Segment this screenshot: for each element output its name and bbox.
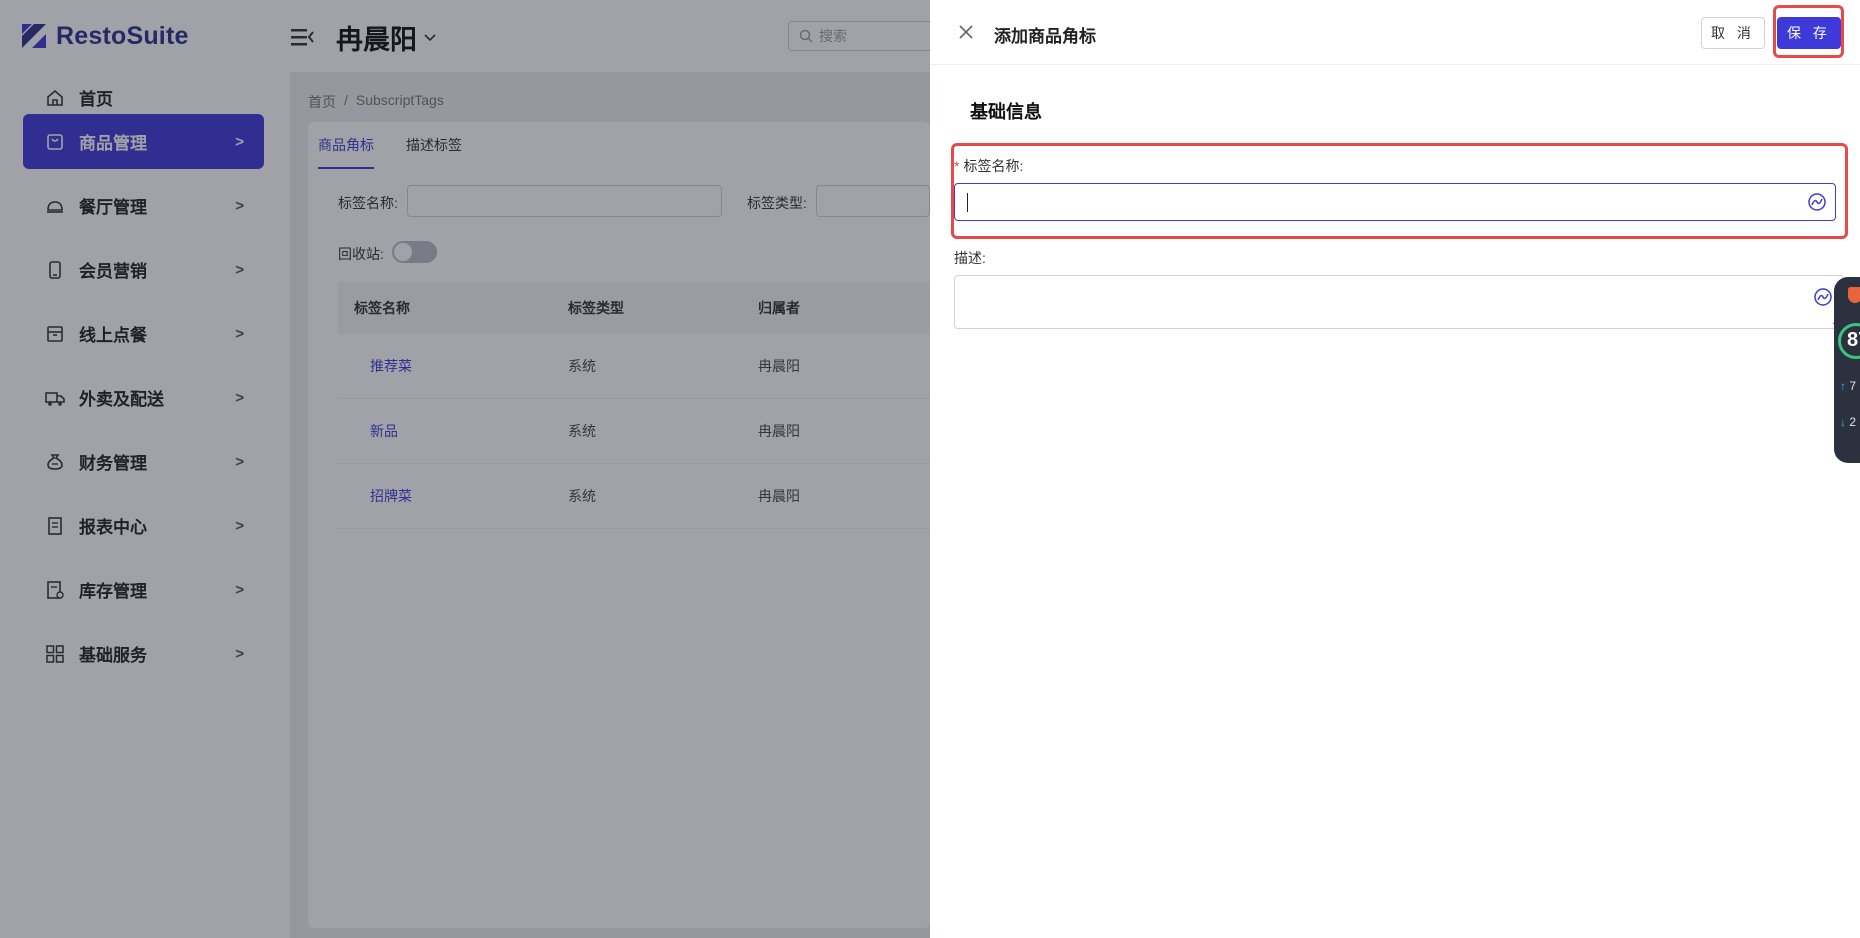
tag-name-label-text: 标签名称: (963, 158, 1024, 174)
arrow-down-icon: ↓ (1840, 415, 1846, 429)
tag-name-label: * 标签名称: (954, 156, 1023, 176)
drawer-title: 添加商品角标 (994, 27, 1096, 46)
arrow-up-icon: ↑ (1840, 379, 1846, 393)
download-value: 2 (1849, 415, 1857, 429)
ai-assist-icon[interactable] (1807, 192, 1827, 212)
description-textarea[interactable] (954, 275, 1844, 329)
description-label: 描述: (954, 250, 986, 266)
shield-icon (1848, 287, 1860, 303)
modal-overlay[interactable] (0, 0, 930, 938)
upload-speed: ↑ 7 (1840, 379, 1856, 393)
download-speed: ↓ 2 (1840, 415, 1856, 429)
score-value: 87 (1847, 329, 1860, 351)
text-caret (967, 193, 968, 212)
save-button-highlight (1773, 5, 1844, 58)
system-monitor-widget[interactable]: 87 ↑ 7 ↓ 2 (1834, 277, 1860, 463)
add-badge-drawer: 添加商品角标 取 消 保 存 基础信息 * 标签名称: 描述: (930, 0, 1860, 938)
section-title-basic-info: 基础信息 (970, 102, 1042, 122)
tag-name-input[interactable] (954, 183, 1836, 221)
drawer-header: 添加商品角标 取 消 保 存 (930, 0, 1860, 65)
close-icon[interactable] (956, 22, 976, 42)
upload-value: 7 (1849, 379, 1857, 393)
required-mark: * (954, 158, 960, 174)
ai-assist-icon[interactable] (1813, 287, 1833, 307)
cancel-button[interactable]: 取 消 (1701, 17, 1765, 49)
